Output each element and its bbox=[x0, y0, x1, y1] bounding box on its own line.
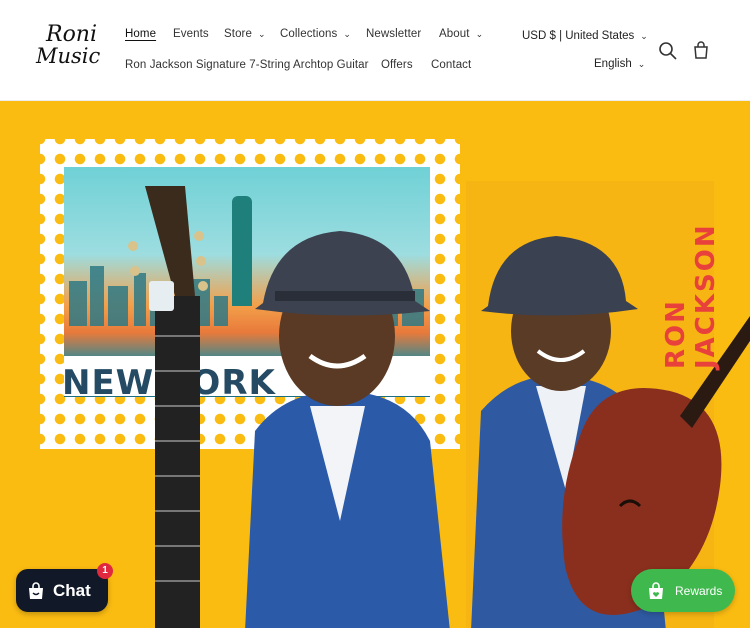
chevron-down-icon: ⌄ bbox=[637, 59, 646, 69]
site-header: Roni Music Home Events Store ⌄ Collection… bbox=[0, 0, 750, 100]
site-logo[interactable]: Roni Music bbox=[34, 22, 100, 74]
rewards-button[interactable]: Rewards bbox=[631, 569, 735, 612]
nav-store-label: Store bbox=[224, 28, 252, 40]
nav-contact[interactable]: Contact bbox=[431, 59, 471, 71]
currency-label: USD $ | United States bbox=[522, 30, 635, 42]
rewards-label: Rewards bbox=[675, 583, 723, 598]
cart-icon[interactable] bbox=[690, 40, 712, 62]
artist-name-vertical: RON JACKSON bbox=[633, 149, 721, 369]
chat-label: Chat bbox=[53, 580, 91, 600]
chevron-down-icon: ⌄ bbox=[640, 31, 648, 41]
language-label: English bbox=[594, 58, 632, 70]
chevron-down-icon: ⌄ bbox=[258, 29, 266, 39]
nav-offers[interactable]: Offers bbox=[381, 59, 413, 71]
nav-store[interactable]: Store ⌄ bbox=[224, 28, 266, 40]
nav-newsletter[interactable]: Newsletter bbox=[366, 28, 421, 40]
currency-selector[interactable]: USD $ | United States ⌄ bbox=[522, 30, 648, 42]
artist-name-line1: RON bbox=[661, 299, 691, 369]
search-icon[interactable] bbox=[657, 40, 679, 62]
chat-button[interactable]: Chat bbox=[16, 569, 108, 612]
logo-line2: Music bbox=[36, 44, 101, 68]
rewards-bag-icon bbox=[649, 581, 663, 599]
nav-collections-label: Collections bbox=[280, 28, 338, 40]
nav-about[interactable]: About ⌄ bbox=[439, 28, 483, 40]
artist-photo-main bbox=[245, 231, 450, 628]
chat-notification-badge: 1 bbox=[97, 563, 113, 579]
nav-signature-guitar[interactable]: Ron Jackson Signature 7-String Archtop G… bbox=[125, 59, 369, 71]
nav-about-label: About bbox=[439, 28, 470, 40]
nav-home[interactable]: Home bbox=[125, 28, 156, 40]
chevron-down-icon: ⌄ bbox=[343, 29, 352, 39]
guitar-neck-illustration bbox=[128, 186, 208, 628]
chevron-down-icon: ⌄ bbox=[475, 29, 484, 39]
hero-banner[interactable]: NEW YORK RON JACKSON bbox=[0, 101, 750, 628]
nav-collections[interactable]: Collections ⌄ bbox=[280, 28, 351, 40]
artist-name-line2: JACKSON bbox=[691, 223, 721, 369]
shopping-bag-chat-icon bbox=[29, 581, 43, 599]
nav-events[interactable]: Events bbox=[173, 28, 209, 40]
language-selector[interactable]: English ⌄ bbox=[594, 58, 645, 70]
